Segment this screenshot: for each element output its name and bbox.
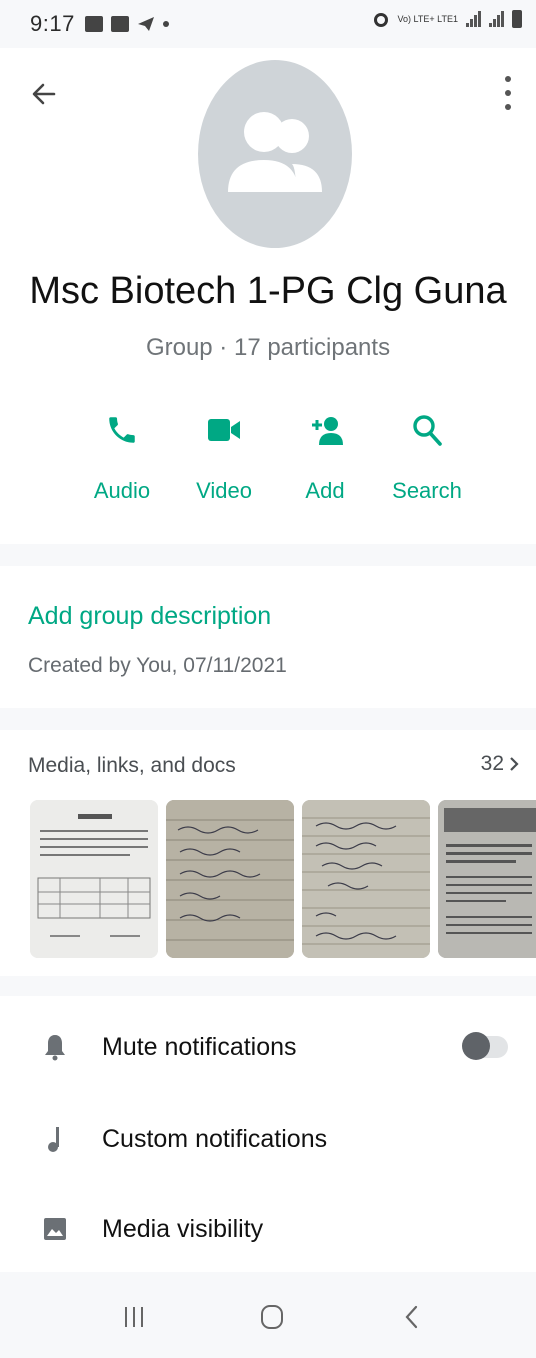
more-vert-icon	[505, 76, 511, 82]
custom-notifications-row[interactable]: Custom notifications	[0, 1104, 536, 1174]
media-thumbnail[interactable]	[302, 800, 430, 958]
signal-icon-2	[489, 11, 504, 27]
audio-label: Audio	[93, 478, 151, 503]
status-bar: 9:17 Vo) LTE+ LTE1	[0, 0, 536, 48]
custom-notifications-label: Custom notifications	[102, 1124, 328, 1153]
add-participant-button[interactable]: Add	[270, 408, 380, 518]
settings-section: Mute notifications Custom notifications …	[0, 996, 536, 1272]
more-notifications-icon	[162, 21, 169, 27]
search-button[interactable]: Search	[372, 408, 482, 518]
media-thumbnail[interactable]	[30, 800, 158, 958]
battery-icon	[512, 10, 522, 28]
group-avatar-icon	[228, 112, 322, 192]
network-label: Vo) LTE+ LTE1	[397, 13, 458, 24]
media-thumbnail[interactable]	[166, 800, 294, 958]
media-section: Media, links, and docs 32	[0, 730, 536, 976]
video-camera-icon	[208, 419, 240, 441]
group-avatar[interactable]	[198, 60, 352, 248]
group-subtitle: Group · 17 participants	[145, 334, 391, 361]
bell-icon	[42, 1032, 68, 1062]
notification-icons	[84, 16, 169, 32]
media-visibility-row[interactable]: Media visibility	[0, 1194, 536, 1264]
add-person-icon	[312, 417, 343, 445]
media-count: 32	[480, 752, 504, 775]
music-note-icon	[42, 1124, 68, 1154]
mute-notifications-row[interactable]: Mute notifications	[0, 1012, 536, 1082]
recent-apps-icon	[125, 1307, 143, 1327]
arrow-left-icon	[32, 83, 56, 105]
phone-icon	[109, 417, 135, 443]
video-label: Video	[196, 478, 252, 503]
media-visibility-label: Media visibility	[102, 1214, 264, 1243]
back-button[interactable]	[28, 78, 60, 110]
group-header: Msc Biotech 1-PG Clg Guna Group · 17 par…	[0, 48, 536, 544]
media-title[interactable]: Media, links, and docs	[28, 754, 236, 778]
mute-notifications-label: Mute notifications	[102, 1032, 297, 1061]
media-count-link[interactable]: 32	[481, 752, 520, 776]
gallery-notification-icon	[84, 16, 103, 32]
add-label: Add	[305, 478, 345, 503]
telegram-notification-icon	[137, 17, 154, 31]
news-notification-icon	[110, 16, 129, 32]
audio-call-button[interactable]: Audio	[67, 408, 177, 518]
back-nav-button[interactable]	[392, 1302, 432, 1332]
alarm-icon	[373, 13, 388, 27]
more-options-button[interactable]	[496, 76, 520, 110]
action-buttons: Audio Video Add Search	[0, 408, 536, 518]
home-button[interactable]	[252, 1302, 292, 1332]
home-icon	[261, 1305, 283, 1329]
description-section: Add group description Created by You, 07…	[0, 566, 536, 708]
system-navigation-bar	[0, 1272, 536, 1358]
chevron-right-icon	[510, 757, 519, 771]
chevron-left-icon	[405, 1305, 418, 1329]
media-thumbnails	[30, 800, 536, 960]
media-thumbnail[interactable]	[438, 800, 536, 958]
mute-toggle[interactable]	[462, 1032, 508, 1060]
signal-icon-1	[466, 11, 481, 27]
add-group-description-link[interactable]: Add group description	[28, 602, 271, 631]
search-label: Search	[392, 478, 462, 503]
video-call-button[interactable]: Video	[169, 408, 279, 518]
system-icons: Vo) LTE+ LTE1	[372, 10, 522, 28]
group-name[interactable]: Msc Biotech 1-PG Clg Guna	[0, 270, 536, 313]
search-icon	[413, 415, 442, 446]
created-by-text: Created by You, 07/11/2021	[28, 654, 287, 677]
image-icon	[42, 1214, 68, 1244]
recent-apps-button[interactable]	[114, 1302, 154, 1332]
status-time: 9:17	[30, 11, 75, 36]
